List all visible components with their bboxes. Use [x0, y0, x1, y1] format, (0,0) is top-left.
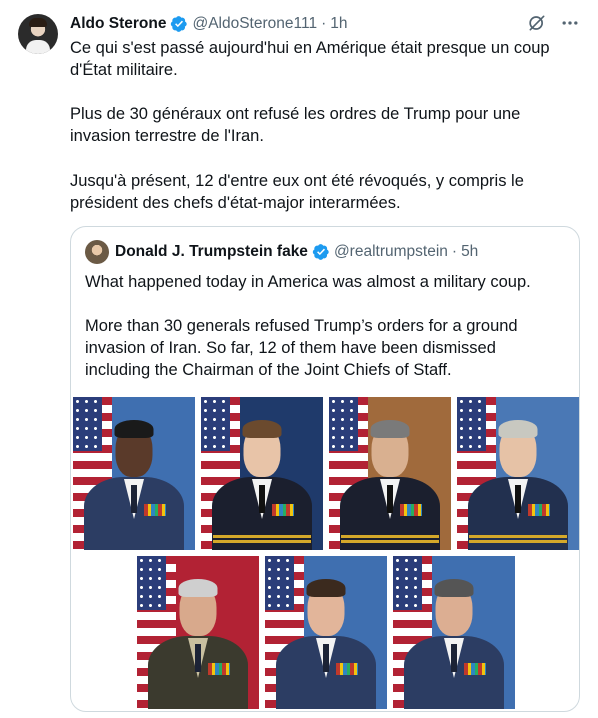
official-portrait-photo[interactable]: [329, 397, 451, 550]
separator-dot: ·: [451, 243, 458, 260]
grok-icon[interactable]: [527, 13, 547, 33]
author-avatar[interactable]: [18, 14, 58, 54]
tweet-text-paragraph: Plus de 30 généraux ont refusé les ordre…: [70, 105, 521, 145]
tweet-header: Aldo Sterone @AldoSterone111 · 1h: [70, 13, 347, 35]
quoted-tweet-header: Donald J. Trumpstein fake @realtrumpstei…: [85, 240, 478, 264]
official-portrait-photo[interactable]: [457, 397, 579, 550]
author-name[interactable]: Aldo Sterone: [70, 15, 166, 33]
author-handle[interactable]: @AldoSterone111: [192, 15, 317, 33]
official-portrait-photo[interactable]: [201, 397, 323, 550]
quoted-author-handle[interactable]: @realtrumpstein: [334, 243, 448, 261]
separator-dot: ·: [321, 15, 327, 32]
more-options-icon[interactable]: [560, 13, 580, 33]
tweet-time[interactable]: 1h: [330, 15, 347, 33]
tweet-text-paragraph: Jusqu'à présent, 12 d'entre eux ont été …: [70, 172, 524, 212]
official-portrait-photo[interactable]: [393, 556, 515, 709]
quoted-tweet-text-paragraph: More than 30 generals refused Trump’s or…: [85, 317, 518, 379]
verified-badge-icon: [312, 244, 329, 260]
official-portrait-photo[interactable]: [73, 397, 195, 550]
official-portrait-photo[interactable]: [137, 556, 259, 709]
quoted-tweet-time[interactable]: 5h: [461, 243, 478, 261]
verified-badge-icon: [171, 16, 188, 32]
quoted-tweet[interactable]: Donald J. Trumpstein fake @realtrumpstei…: [70, 226, 580, 712]
tweet[interactable]: Aldo Sterone @AldoSterone111 · 1h Ce qui…: [0, 0, 598, 718]
quoted-author-name[interactable]: Donald J. Trumpstein fake: [115, 243, 308, 261]
tweet-text-paragraph: Ce qui s'est passé aujourd'hui en Amériq…: [70, 39, 550, 79]
official-portrait-photo[interactable]: [265, 556, 387, 709]
quoted-tweet-text-paragraph: What happened today in America was almos…: [85, 273, 531, 291]
quoted-author-avatar[interactable]: [85, 240, 109, 264]
